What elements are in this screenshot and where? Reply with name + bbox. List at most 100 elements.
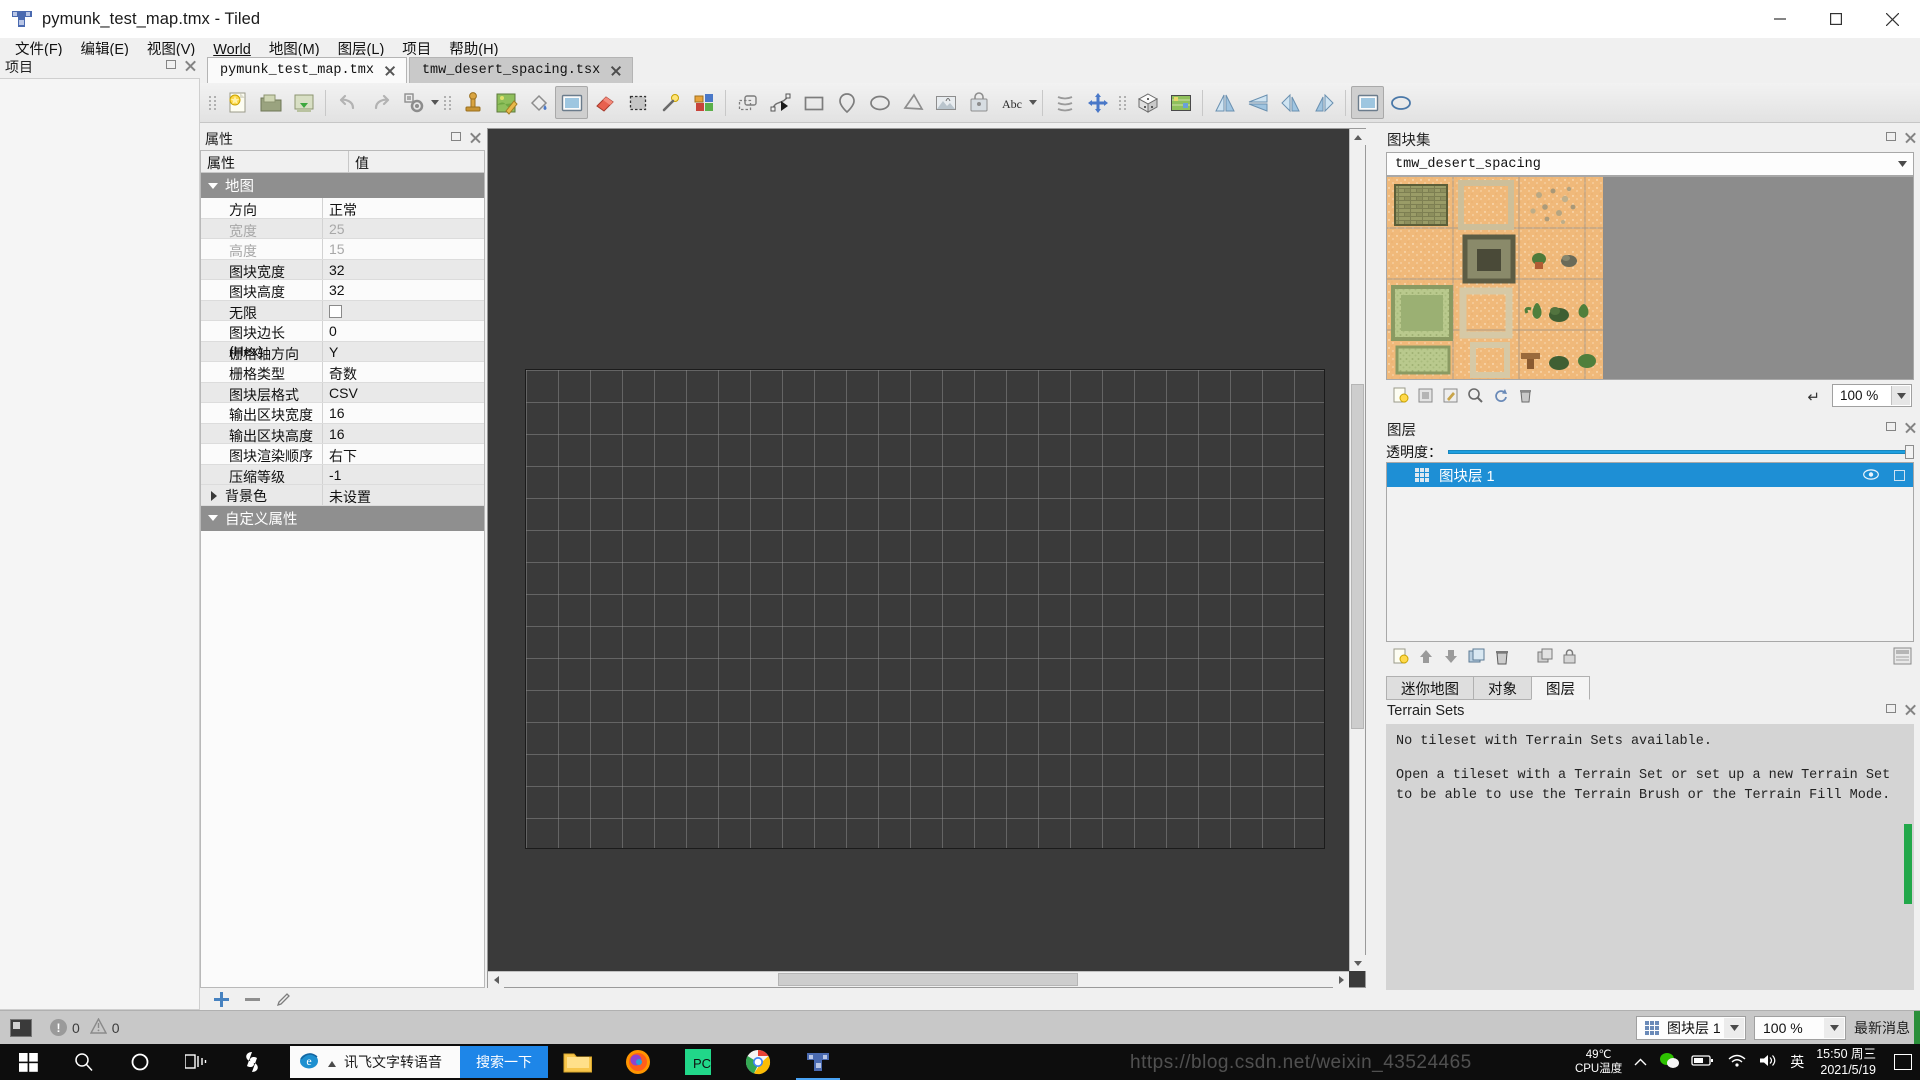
insert-text-button[interactable]: Abc — [995, 86, 1028, 119]
property-row-stagger-axis[interactable]: 栅格轴方向 Y — [201, 341, 484, 362]
terrain-brush-button[interactable] — [489, 86, 522, 119]
select-same-tile-button[interactable] — [621, 86, 654, 119]
chevron-down-icon[interactable] — [431, 100, 439, 105]
new-layer-icon[interactable] — [1392, 648, 1409, 669]
map-grid-area[interactable] — [525, 369, 1325, 849]
delete-layer-icon[interactable] — [1494, 648, 1510, 669]
current-layer-combo[interactable]: 图块层 1 — [1636, 1016, 1746, 1040]
move-layer-up-icon[interactable] — [1418, 648, 1434, 668]
property-row-output-chunk-width[interactable]: 输出区块宽度 16 — [201, 403, 484, 424]
highlight-layer-button[interactable] — [1351, 86, 1384, 119]
insert-ellipse-button[interactable] — [863, 86, 896, 119]
property-value[interactable]: 32 — [323, 280, 484, 300]
layer-list[interactable]: 图块层 1 — [1386, 462, 1914, 642]
new-map-button[interactable] — [221, 86, 254, 119]
close-icon[interactable] — [610, 65, 622, 77]
properties-group-custom[interactable]: 自定义属性 — [201, 505, 484, 531]
project-file-list[interactable] — [0, 78, 200, 1010]
property-value[interactable]: 16 — [323, 424, 484, 444]
bucket-fill-button[interactable] — [522, 86, 555, 119]
console-icon[interactable] — [10, 1018, 32, 1037]
move-layer-down-icon[interactable] — [1443, 648, 1459, 668]
search-submit-button[interactable]: 搜索一下 — [460, 1046, 548, 1078]
dropdown-caret-icon[interactable] — [328, 1054, 336, 1071]
toolbar-grip[interactable] — [208, 90, 217, 116]
property-row-output-chunk-height[interactable]: 输出区块高度 16 — [201, 423, 484, 444]
tileset-properties-icon[interactable] — [1467, 387, 1484, 408]
property-row-stagger-index[interactable]: 栅格类型 奇数 — [201, 362, 484, 383]
tab-pymunk-test-map[interactable]: pymunk_test_map.tmx — [207, 57, 407, 83]
map-vertical-scrollbar[interactable] — [1349, 129, 1366, 971]
object-types-button[interactable] — [397, 86, 430, 119]
property-row-infinite[interactable]: 无限 — [201, 300, 484, 321]
property-row-orientation[interactable]: 方向 正常 — [201, 198, 484, 219]
undo-button[interactable] — [331, 86, 364, 119]
maximize-button[interactable] — [1808, 0, 1864, 38]
tileset-close-icon[interactable] — [1904, 132, 1916, 144]
flip-horizontal-button[interactable] — [1208, 86, 1241, 119]
property-row-tile-render-order[interactable]: 图块渲染顺序 右下 — [201, 444, 484, 465]
show-grid-button[interactable] — [1384, 86, 1417, 119]
shape-fill-button[interactable] — [687, 86, 720, 119]
property-row-hex-side-length[interactable]: 图块边长 (Hex) 0 — [201, 321, 484, 359]
scroll-right-icon[interactable] — [1338, 976, 1344, 984]
properties-close-icon[interactable] — [469, 132, 481, 144]
chevron-down-icon-2[interactable] — [1029, 100, 1037, 105]
map-horizontal-scrollbar[interactable] — [488, 971, 1349, 988]
remove-property-icon[interactable] — [245, 992, 260, 1007]
property-value[interactable]: 0 — [323, 321, 484, 341]
property-row-tile-height[interactable]: 图块高度 32 — [201, 280, 484, 301]
wifi-icon[interactable] — [1727, 1053, 1747, 1072]
select-objects-button[interactable] — [731, 86, 764, 119]
app-file-explorer[interactable] — [548, 1044, 608, 1080]
scroll-down-icon[interactable] — [1354, 960, 1362, 966]
flip-vertical-button[interactable] — [1241, 86, 1274, 119]
search-box-value[interactable]: 讯飞文字转语音 — [344, 1052, 452, 1072]
map-view[interactable] — [487, 128, 1366, 988]
battery-icon[interactable] — [1691, 1053, 1715, 1071]
rotate-left-button[interactable] — [1274, 86, 1307, 119]
chevron-down-icon[interactable] — [1824, 1018, 1844, 1038]
windows-start-icon[interactable] — [0, 1044, 56, 1080]
close-icon[interactable] — [384, 65, 396, 77]
status-zoom-combo[interactable]: 100 % — [1754, 1016, 1846, 1040]
property-row-tile-width[interactable]: 图块宽度 32 — [201, 259, 484, 280]
property-row-background-color[interactable]: 背景色 未设置 — [201, 485, 484, 506]
app-pycharm[interactable]: PC — [668, 1044, 728, 1080]
close-button[interactable] — [1864, 0, 1920, 38]
duplicate-layer-icon[interactable] — [1468, 648, 1485, 668]
minimize-button[interactable] — [1752, 0, 1808, 38]
eye-visible-icon[interactable] — [1863, 468, 1879, 484]
magic-wand-button[interactable] — [654, 86, 687, 119]
tileset-zoom-combo[interactable]: 100 % — [1832, 384, 1912, 407]
app-chrome[interactable] — [728, 1044, 788, 1080]
embed-tileset-icon[interactable] — [1417, 387, 1434, 408]
redo-button[interactable] — [364, 86, 397, 119]
toolbar-grip-3[interactable] — [1118, 90, 1127, 116]
property-value[interactable]: -1 — [323, 465, 484, 485]
insert-tile-button[interactable] — [929, 86, 962, 119]
tileset-float-icon[interactable] — [1886, 132, 1898, 144]
rotate-right-button[interactable] — [1307, 86, 1340, 119]
opacity-slider[interactable] — [1448, 445, 1914, 459]
tab-tmw-desert-spacing[interactable]: tmw_desert_spacing.tsx — [408, 57, 634, 83]
chevron-down-icon[interactable] — [1893, 155, 1911, 173]
chevron-down-icon[interactable] — [1724, 1018, 1744, 1038]
property-value[interactable]: 16 — [323, 403, 484, 423]
new-tileset-icon[interactable] — [1392, 387, 1409, 408]
edit-tileset-icon[interactable] — [1442, 387, 1459, 408]
search-box[interactable]: e 讯飞文字转语音 搜索一下 — [290, 1046, 548, 1078]
property-value[interactable]: CSV — [323, 383, 484, 403]
map-canvas[interactable] — [488, 129, 1349, 971]
insert-point-button[interactable] — [830, 86, 863, 119]
scroll-up-icon[interactable] — [1354, 134, 1362, 140]
lock-layer-icon[interactable] — [1894, 470, 1905, 481]
tileset-image[interactable] — [1387, 177, 1651, 380]
edit-polygons-button[interactable] — [764, 86, 797, 119]
properties-float-icon[interactable] — [451, 132, 463, 144]
project-float-icon[interactable] — [166, 60, 178, 72]
app-firefox[interactable] — [608, 1044, 668, 1080]
minimap-button[interactable] — [1164, 86, 1197, 119]
search-icon[interactable] — [56, 1044, 112, 1080]
terrain-close-icon[interactable] — [1904, 704, 1916, 716]
